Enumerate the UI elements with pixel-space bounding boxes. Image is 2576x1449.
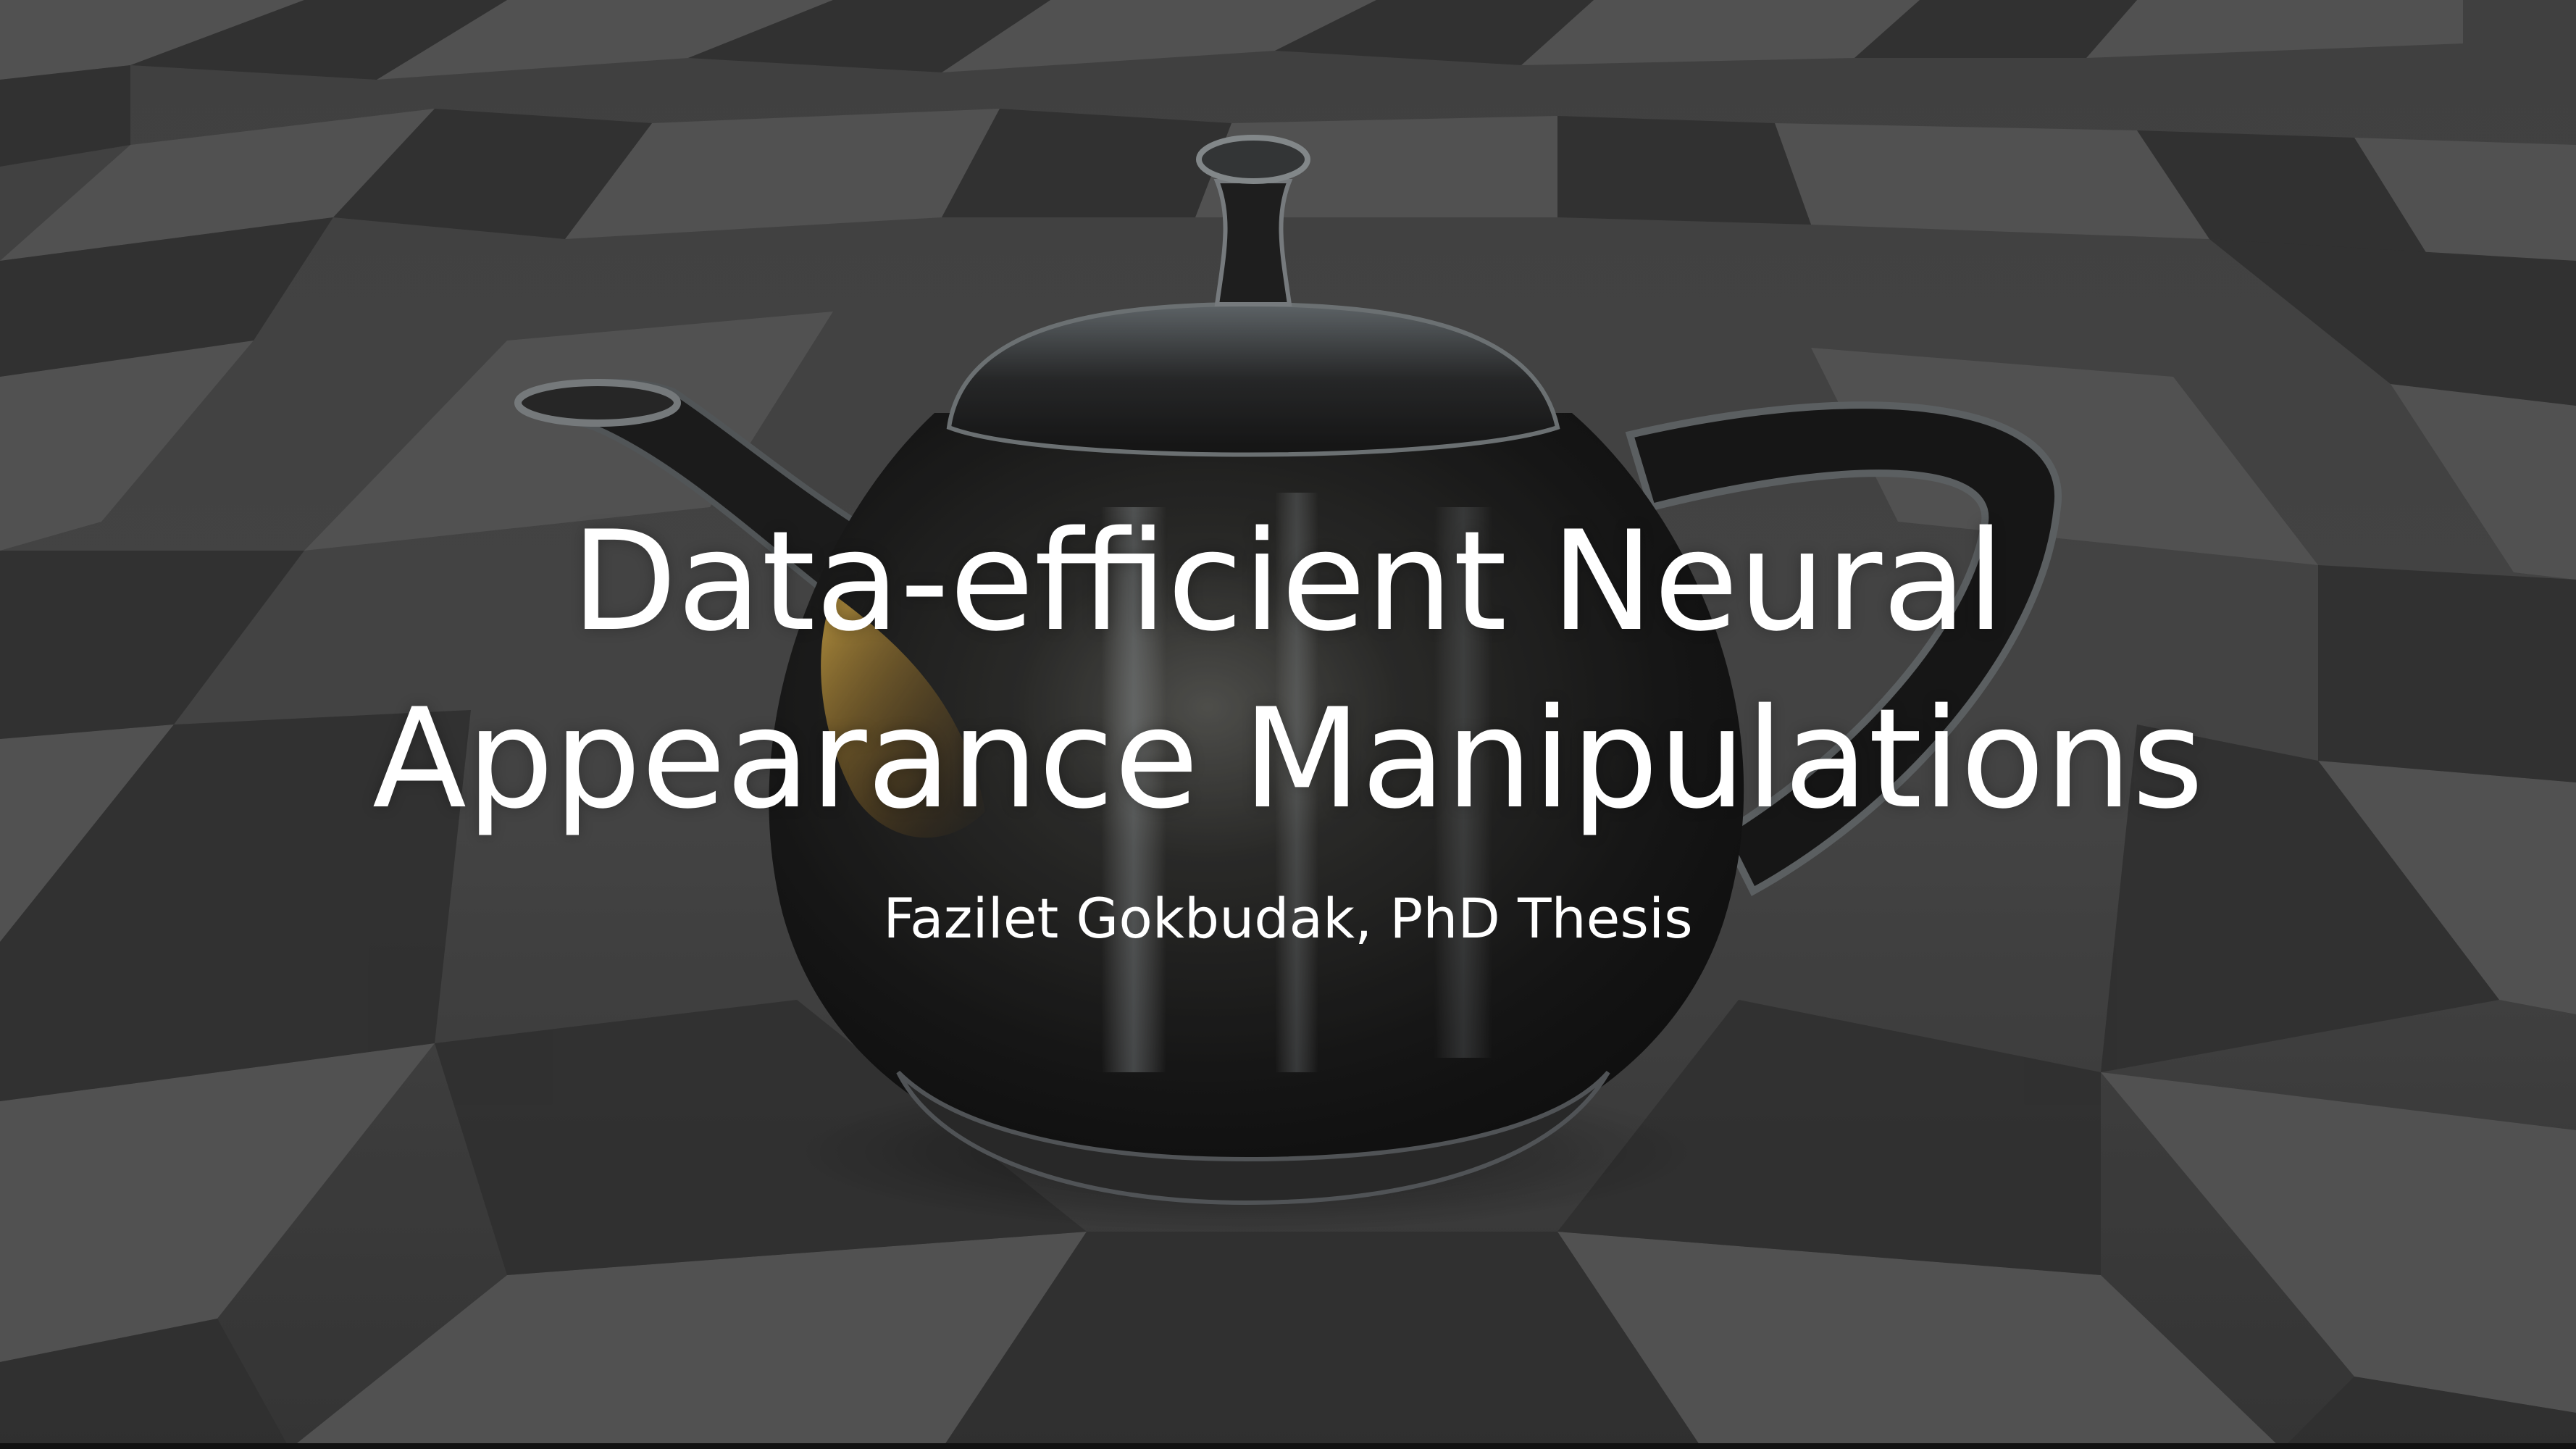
- slide-subtitle: Fazilet Gokbudak, PhD Thesis: [883, 886, 1693, 951]
- title-line-1: Data-efficient Neural: [571, 501, 2005, 661]
- slide-title: Data-efficient Neural Appearance Manipul…: [0, 493, 2576, 848]
- title-line-2: Appearance Manipulations: [372, 679, 2204, 839]
- bottom-border: [0, 1443, 2576, 1449]
- title-slide: Data-efficient Neural Appearance Manipul…: [0, 0, 2576, 1449]
